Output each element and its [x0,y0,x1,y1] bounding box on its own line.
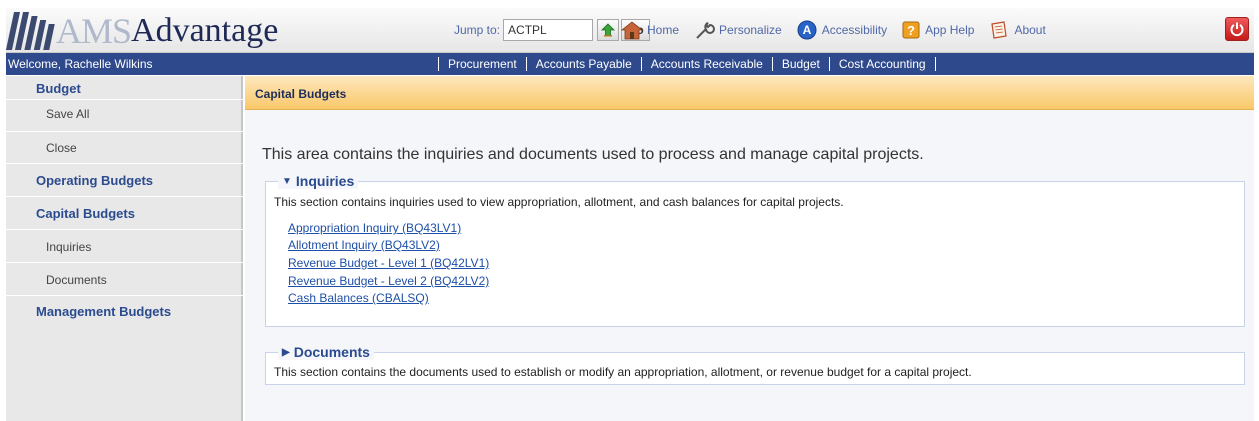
home-link[interactable]: Home [621,20,679,40]
link-appropriation-inquiry[interactable]: Appropriation Inquiry (BQ43LV1) [288,221,461,235]
documents-description: This section contains the documents used… [274,365,972,379]
app-help-link-label: App Help [925,23,975,37]
inquiries-section-toggle[interactable]: ▼ Inquiries [278,173,359,189]
sidebar-title-budget[interactable]: Budget [6,76,243,100]
nav-item-procurement[interactable]: Procurement [438,57,526,71]
wrench-icon [696,22,715,39]
sidebar-item-close[interactable]: Close [6,132,243,164]
about-icon [991,21,1008,39]
jump-up-button[interactable] [597,19,620,41]
intro-text: This area contains the inquiries and doc… [262,146,924,163]
expanded-triangle-icon: ▼ [282,175,292,187]
collapsed-triangle-icon: ▶ [282,346,290,358]
nav-menu: Procurement Accounts Payable Accounts Re… [438,53,936,75]
help-icon: ? [902,21,920,39]
main-content: Capital Budgets This area contains the i… [245,76,1254,421]
nav-item-accounts-receivable[interactable]: Accounts Receivable [640,57,772,71]
home-link-label: Home [647,23,680,37]
sidebar: Budget Save All Close Operating Budgets … [6,76,243,421]
sidebar-item-save-all[interactable]: Save All [6,100,243,132]
personalize-link-label: Personalize [719,23,782,37]
sidebar-item-documents[interactable]: Documents [6,263,243,296]
link-cash-balances[interactable]: Cash Balances (CBALSQ) [288,291,429,305]
personalize-link[interactable]: Personalize [693,20,782,40]
app-help-link[interactable]: ? App Help [901,20,974,40]
logo-bars-icon [5,12,55,50]
logo-text-advantage: Advantage [131,12,279,49]
logo-text-ams: AMS [56,11,132,51]
svg-text:?: ? [907,23,915,38]
sidebar-item-inquiries[interactable]: Inquiries [6,230,243,263]
app-header: AMS Advantage Jump to: Go Home Personali… [5,8,1254,53]
nav-item-accounts-payable[interactable]: Accounts Payable [525,57,641,71]
accessibility-icon: A [797,20,817,40]
nav-item-cost-accounting[interactable]: Cost Accounting [828,57,936,71]
accessibility-link-label: Accessibility [821,23,888,37]
jump-to-input[interactable] [503,19,594,41]
green-up-arrow-icon [601,23,615,37]
link-revenue-budget-level-2[interactable]: Revenue Budget - Level 2 (BQ42LV2) [288,274,489,288]
documents-section-toggle[interactable]: ▶ Documents [278,344,374,360]
inquiries-description: This section contains inquiries used to … [274,195,844,209]
inquiries-section: ▼ Inquiries This section contains inquir… [265,173,1245,327]
about-link-label: About [1014,23,1046,37]
jump-to-label: Jump to: [454,23,501,37]
logout-button[interactable] [1225,17,1249,41]
accessibility-link[interactable]: A Accessibility [796,20,887,40]
window-top-border [0,0,1259,8]
header-toplinks: Home Personalize A Accessibility ? App H… [621,18,1060,42]
sidebar-item-operating-budgets[interactable]: Operating Budgets [6,164,243,197]
sidebar-item-management-budgets[interactable]: Management Budgets [6,296,243,356]
documents-legend-label: Documents [293,344,370,360]
nav-item-budget[interactable]: Budget [771,57,829,71]
documents-section: ▶ Documents This section contains the do… [265,344,1245,385]
sidebar-item-capital-budgets[interactable]: Capital Budgets [6,197,243,230]
svg-text:A: A [802,23,811,37]
home-icon [621,21,643,40]
power-icon [1230,22,1244,37]
about-link[interactable]: About [988,20,1046,40]
ams-advantage-logo: AMS Advantage [5,10,279,51]
link-revenue-budget-level-1[interactable]: Revenue Budget - Level 1 (BQ42LV1) [288,256,489,270]
link-allotment-inquiry[interactable]: Allotment Inquiry (BQ43LV2) [288,238,440,252]
main-nav-bar: Welcome, Rachelle Wilkins Procurement Ac… [6,53,1254,75]
page-title: Capital Budgets [255,87,347,101]
welcome-text: Welcome, Rachelle Wilkins [8,57,153,71]
inquiries-legend-label: Inquiries [295,173,355,189]
page-title-bar: Capital Budgets [245,76,1254,110]
